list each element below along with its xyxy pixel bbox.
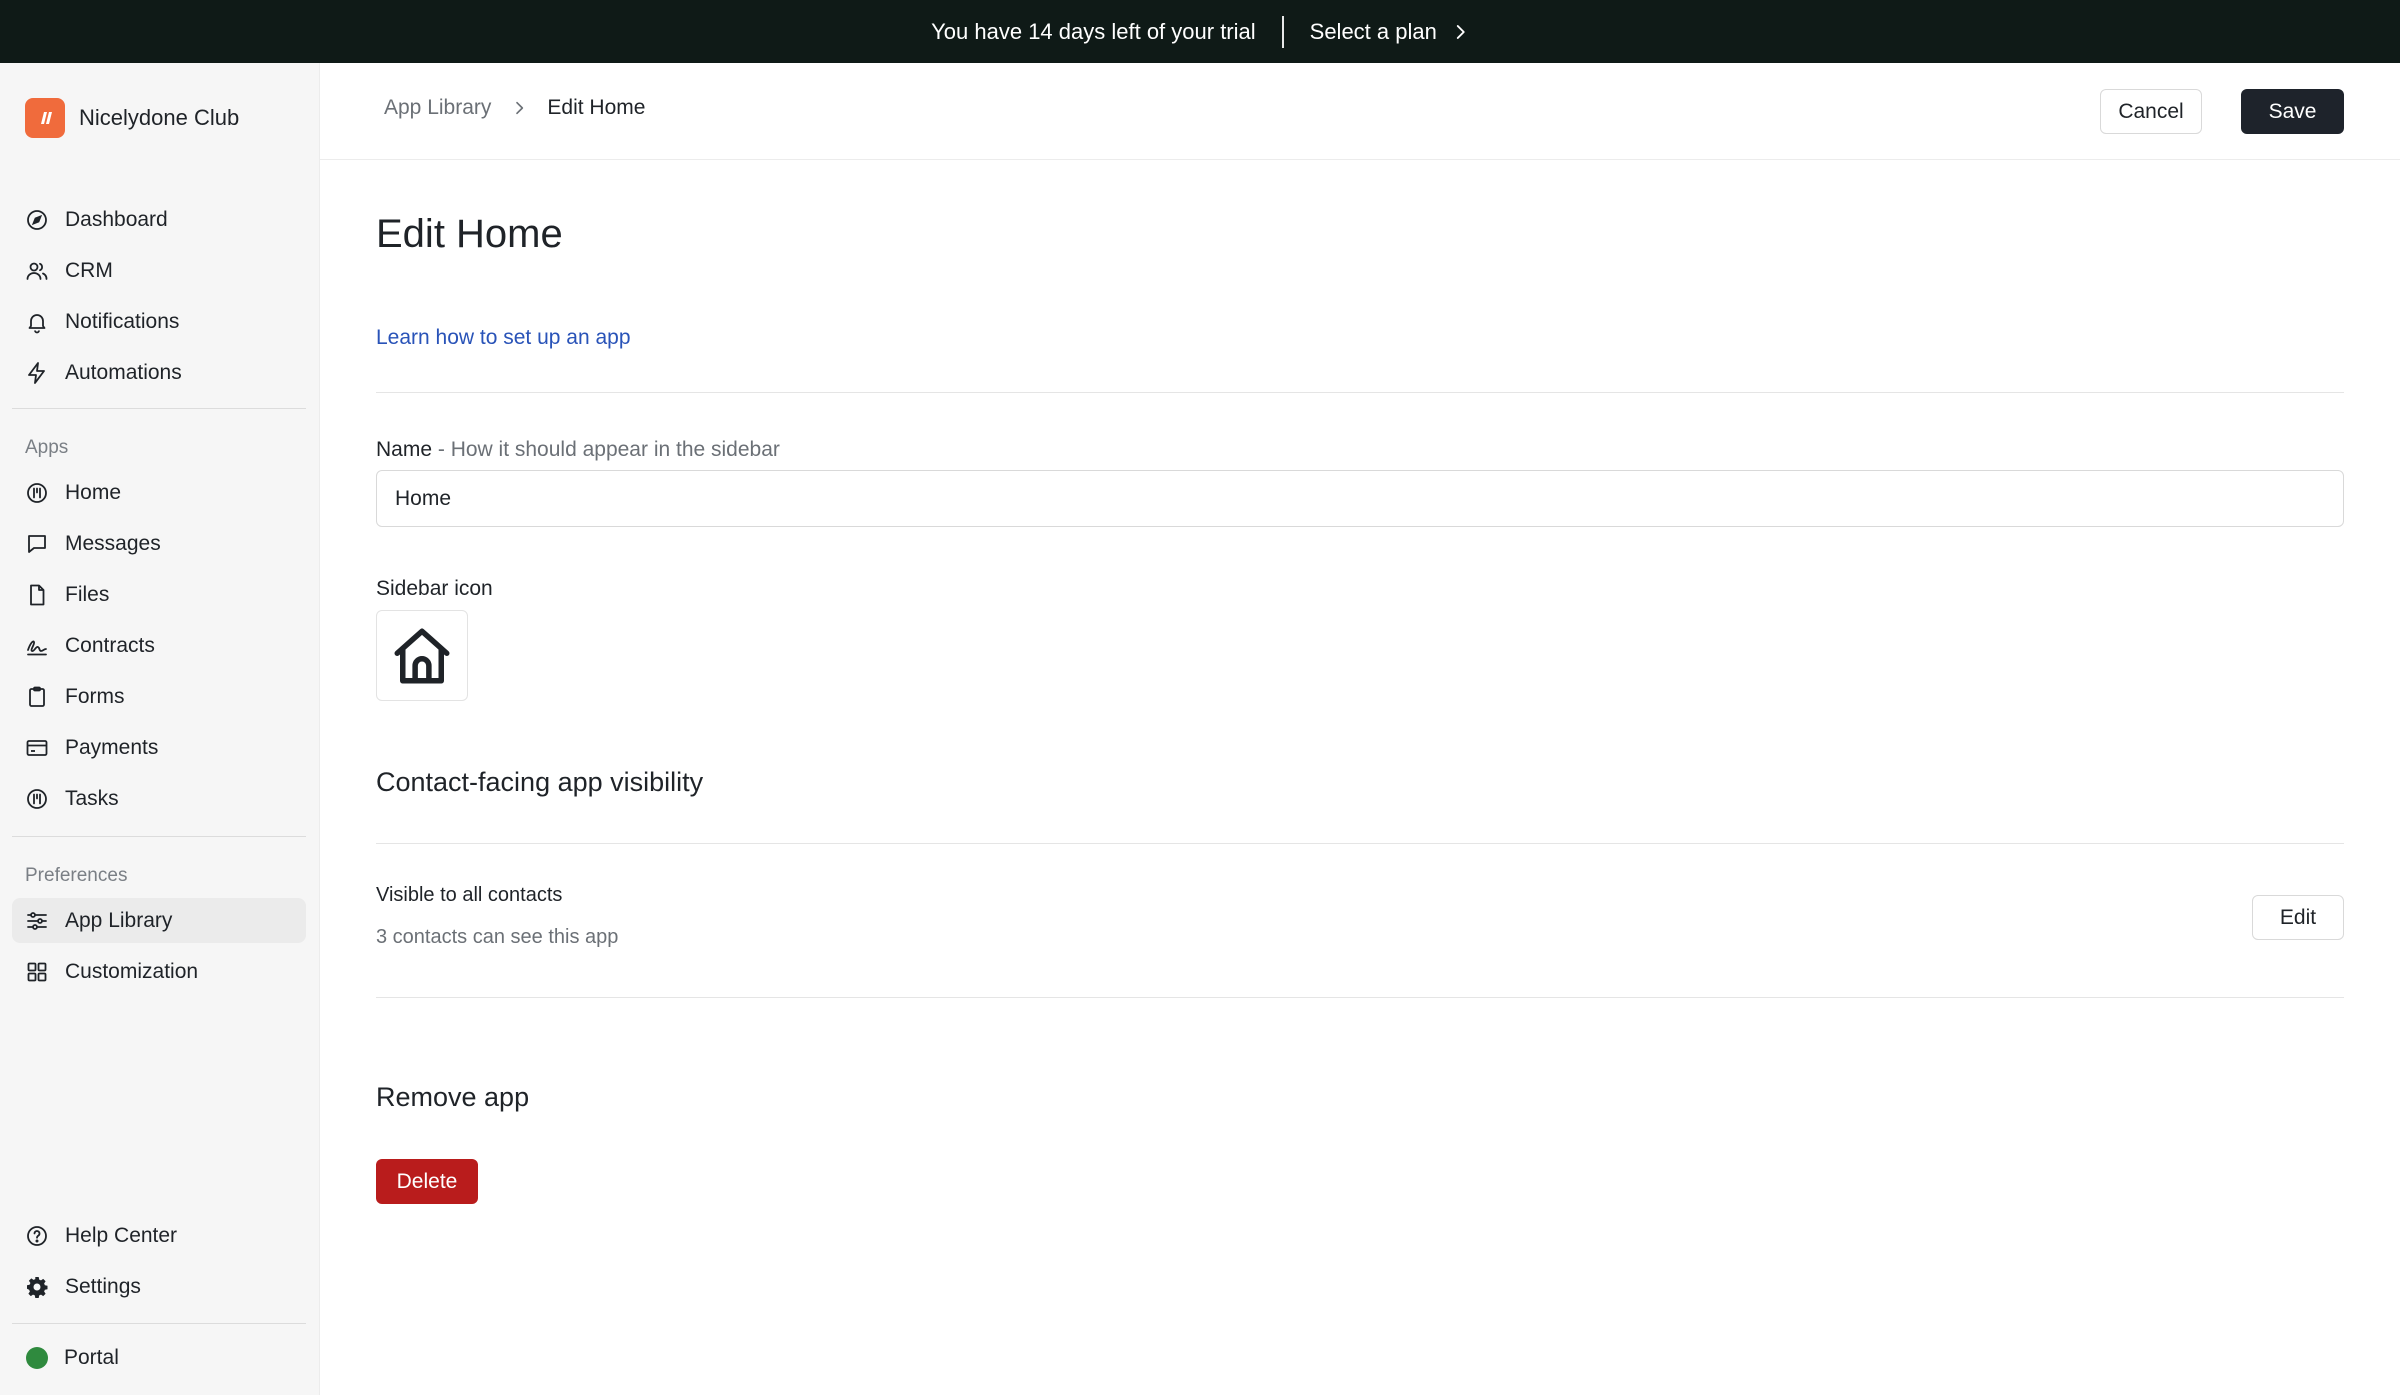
sidebar-item-settings[interactable]: Settings [12,1264,306,1309]
sidebar-icon-picker[interactable] [376,610,468,701]
banner-divider [1281,15,1284,48]
sidebar-item-automations[interactable]: Automations [12,350,306,395]
breadcrumb-app-library[interactable]: App Library [384,96,491,120]
sidebar-item-label: App Library [65,908,173,932]
remove-app-heading: Remove app [376,1082,530,1112]
sidebar-item-label: Tasks [65,786,119,810]
main-nav: Dashboard CRM Notifications Automations [12,197,306,395]
sidebar-item-label: Portal [64,1345,119,1369]
bell-icon [28,313,46,333]
compass-icon [27,209,47,230]
sidebar: Nicelydone Club Dashboard CRM Notificati… [0,63,320,1395]
sidebar-item-label: Home [65,480,122,504]
sidebar-divider [12,408,306,409]
name-input[interactable] [376,470,2344,527]
bottom-nav: Help Center Settings [12,1213,306,1309]
section-divider [376,997,2344,998]
sidebar-item-contracts[interactable]: Contracts [12,623,306,668]
sidebar-item-label: Forms [65,684,125,708]
clipboard-icon [29,686,45,707]
gear-icon [27,1276,48,1298]
sidebar-item-payments[interactable]: Payments [12,725,306,770]
delete-button[interactable]: Delete [376,1159,478,1204]
preferences-nav: Preferences App Library Customization [12,861,306,994]
name-label: Name [376,438,433,461]
select-plan-label: Select a plan [1309,18,1437,44]
learn-setup-link[interactable]: Learn how to set up an app [376,326,631,350]
cancel-button[interactable]: Cancel [2100,89,2202,134]
sidebar-item-dashboard[interactable]: Dashboard [12,197,306,242]
sidebar-item-label: CRM [65,258,113,282]
visibility-title: Visible to all contacts [376,884,563,906]
portal-status-dot [26,1346,48,1369]
main-content: App Library Edit Home Cancel Save Edit H… [320,63,2400,1395]
name-field-label: Name - How it should appear in the sideb… [376,438,780,462]
preferences-section-label: Preferences [25,865,128,886]
section-divider [376,843,2344,844]
grid-icon [27,962,47,981]
sidebar-item-label: Settings [65,1274,141,1298]
apps-section-label: Apps [25,437,69,458]
file-icon [30,584,45,605]
sidebar-item-tasks[interactable]: Tasks [12,776,306,821]
sidebar-item-label: Dashboard [65,207,168,231]
signature-icon [27,640,47,655]
brand-logo-icon [25,98,65,138]
sidebar-item-customization[interactable]: Customization [12,949,306,994]
sidebar-item-files[interactable]: Files [12,572,306,617]
sidebar-item-app-library[interactable]: App Library [12,898,306,943]
sidebar-divider [12,836,306,837]
house-icon [394,628,450,683]
breadcrumb: App Library Edit Home [384,96,645,120]
apps-nav: Apps Home Messages Files Contracts Forms… [12,433,306,821]
sidebar-item-label: Payments [65,735,159,759]
sidebar-item-label: Customization [65,959,199,983]
question-circle-icon [27,1225,47,1246]
sidebar-item-portal[interactable]: Portal [12,1335,306,1380]
trial-text: You have 14 days left of your trial [931,18,1256,44]
sidebar-item-forms[interactable]: Forms [12,674,306,719]
trial-banner: You have 14 days left of your trial Sele… [0,0,2400,63]
credit-card-icon [26,739,48,756]
chevron-right-icon [1456,24,1465,39]
visibility-heading: Contact-facing app visibility [376,767,704,797]
chevron-right-icon [516,101,524,115]
sidebar-item-label: Contracts [65,633,155,657]
sidebar-item-label: Help Center [65,1223,178,1247]
lightning-icon [28,361,45,384]
sidebar-item-label: Messages [65,531,161,555]
sidebar-item-crm[interactable]: CRM [12,248,306,293]
workspace-name: Nicelydone Club [79,105,240,130]
section-divider [376,392,2344,393]
sidebar-item-label: Notifications [65,309,180,333]
edit-visibility-button[interactable]: Edit [2252,895,2344,940]
page-title: Edit Home [376,212,563,256]
app-circle-icon [27,482,47,503]
name-hint: - How it should appear in the sidebar [432,438,780,461]
breadcrumb-current: Edit Home [547,96,646,119]
sliders-icon [27,911,47,930]
users-icon [26,262,48,280]
save-button[interactable]: Save [2241,89,2344,134]
select-plan-link[interactable]: Select a plan [1310,19,1469,45]
sidebar-item-label: Files [65,582,110,606]
sidebar-divider [12,1323,306,1324]
sidebar-item-help-center[interactable]: Help Center [12,1213,306,1258]
sidebar-item-messages[interactable]: Messages [12,521,306,566]
portal-nav: Portal [12,1335,306,1380]
sidebar-item-label: Automations [65,360,182,384]
sidebar-icon-label: Sidebar icon [376,577,493,600]
visibility-subtitle: 3 contacts can see this app [376,926,619,948]
sidebar-item-home[interactable]: Home [12,470,306,515]
app-circle-icon [27,788,47,809]
page-header: App Library Edit Home Cancel Save [320,63,2400,160]
sidebar-item-notifications[interactable]: Notifications [12,299,306,344]
chat-bubble-icon [28,534,46,553]
workspace-switcher[interactable]: Nicelydone Club [25,98,239,138]
